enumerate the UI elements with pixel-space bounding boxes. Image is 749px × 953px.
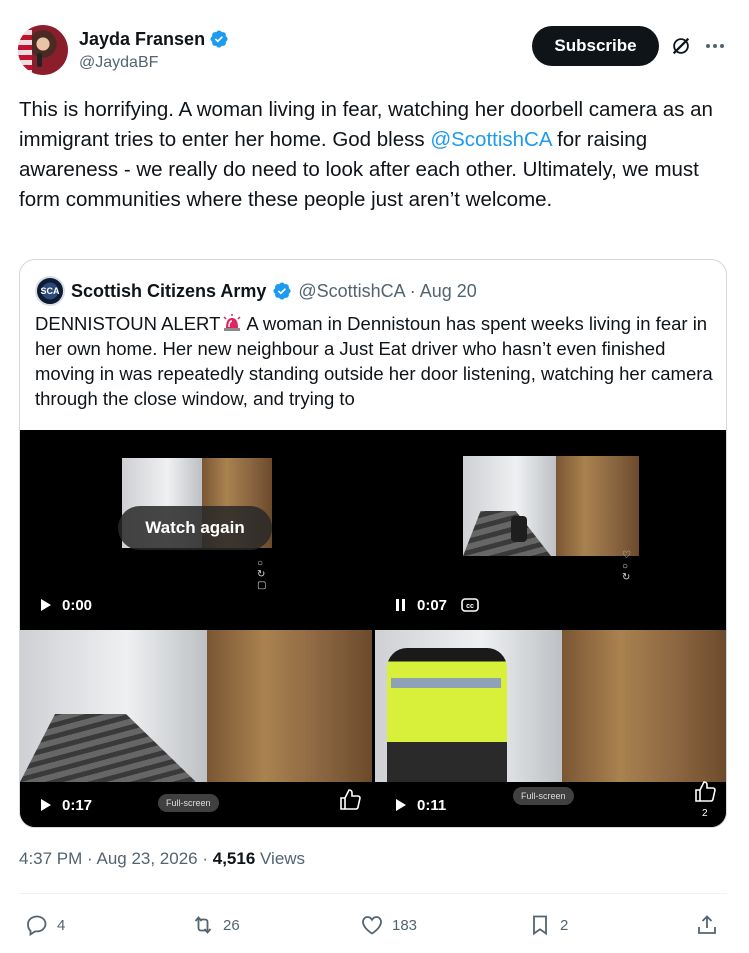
video-controls-1: 0:00	[20, 582, 372, 628]
author-display-name[interactable]: Jayda Fransen	[79, 29, 205, 50]
reflective-stripe	[391, 678, 501, 688]
mini-side-icons-2: ♡ ○ ↻	[622, 550, 631, 583]
author-handle[interactable]: @JaydaBF	[79, 54, 229, 72]
quoted-author-avatar[interactable]: SCA	[35, 276, 65, 306]
media-grid: Watch again ○ ↻ ▢ 0:00 ♡ ○ ↻ 0:07 cc 0:1…	[20, 430, 726, 827]
verified-badge-icon	[210, 30, 228, 48]
video-time-1: 0:00	[62, 596, 93, 614]
bookmark-icon	[533, 915, 547, 936]
video-frame-4	[375, 630, 726, 782]
flag-decoration	[18, 25, 32, 75]
quoted-author-name[interactable]: Scottish Citizens Army	[71, 281, 266, 302]
video-controls-2: 0:07 cc	[375, 582, 726, 628]
video-like-count: 2	[702, 808, 708, 819]
mention-link[interactable]: @ScottishCA	[430, 128, 551, 151]
quoted-text-alert: DENNISTOUN ALERT	[35, 313, 221, 334]
hi-vis-officer	[387, 648, 507, 782]
share-icon	[698, 915, 716, 934]
play-icon[interactable]	[40, 598, 52, 612]
quoted-tweet[interactable]: SCA Scottish Citizens Army @ScottishCA ·…	[19, 259, 727, 828]
siren-emoji-icon	[223, 314, 241, 331]
video-time-3: 0:17	[62, 796, 93, 814]
share-button[interactable]	[695, 905, 719, 945]
like-button[interactable]: 183	[360, 905, 417, 945]
video-frame-2	[463, 456, 639, 556]
reply-button[interactable]: 4	[25, 905, 65, 945]
tweet-meta: 4:37 PM · Aug 23, 2026 · 4,516 Views	[19, 849, 305, 869]
fullscreen-chip-3[interactable]: Full-screen	[158, 794, 219, 812]
fullscreen-chip-4[interactable]: Full-screen	[513, 787, 574, 805]
author-name-block: Jayda Fransen @JaydaBF	[79, 27, 229, 72]
bookmark-count: 2	[560, 916, 569, 934]
video-tile-3[interactable]: 0:17 Full-screen	[20, 630, 372, 827]
video-tile-4[interactable]: 0:11 Full-screen 2	[375, 630, 726, 827]
video-tile-1[interactable]: Watch again ○ ↻ ▢ 0:00	[20, 430, 372, 628]
grok-icon[interactable]	[670, 35, 692, 57]
quoted-tweet-header: SCA Scottish Citizens Army @ScottishCA ·…	[35, 276, 477, 306]
thumbs-up-icon[interactable]	[693, 780, 717, 804]
tweet-text: This is horrifying. A woman living in fe…	[19, 95, 719, 215]
video-time-4: 0:11	[417, 796, 447, 814]
quoted-handle-date[interactable]: @ScottishCA · Aug 20	[298, 281, 476, 302]
reply-count: 4	[57, 916, 66, 934]
quoted-tweet-text: DENNISTOUN ALERT A woman in Dennistoun ha…	[35, 311, 715, 411]
tweet-header: Jayda Fransen @JaydaBF Subscribe	[18, 25, 731, 77]
more-options-icon[interactable]	[704, 35, 726, 57]
timestamp[interactable]: 4:37 PM · Aug 23, 2026 ·	[19, 849, 213, 868]
like-count: 183	[392, 916, 418, 934]
play-icon[interactable]	[395, 798, 407, 812]
author-avatar[interactable]	[18, 25, 68, 75]
thumbs-up-icon[interactable]	[338, 788, 362, 812]
views-label: Views	[255, 849, 306, 868]
video-time-2: 0:07	[417, 596, 448, 614]
quoted-verified-badge-icon	[273, 282, 291, 300]
person-silhouette	[511, 516, 527, 542]
watch-again-button[interactable]: Watch again	[118, 506, 272, 550]
subscribe-button[interactable]: Subscribe	[532, 26, 659, 66]
pause-icon[interactable]	[395, 598, 407, 612]
repost-icon	[194, 916, 212, 934]
door-panel	[556, 456, 639, 556]
video-tile-2[interactable]: ♡ ○ ↻ 0:07 cc	[375, 430, 726, 628]
closed-captions-icon[interactable]: cc	[461, 598, 479, 612]
play-icon[interactable]	[40, 798, 52, 812]
svg-text:cc: cc	[466, 603, 474, 610]
door-panel	[562, 630, 726, 782]
repost-button[interactable]: 26	[191, 905, 240, 945]
views-count: 4,516	[212, 849, 256, 868]
door-panel	[206, 630, 372, 782]
author-display-name-row[interactable]: Jayda Fransen	[79, 27, 229, 51]
reply-icon	[27, 915, 47, 937]
repost-count: 26	[223, 916, 240, 934]
bookmark-button[interactable]: 2	[528, 905, 568, 945]
video-frame-3	[20, 630, 372, 782]
heart-icon	[362, 916, 382, 935]
action-bar: 4 26 183 2	[0, 905, 749, 945]
divider	[19, 893, 727, 894]
microphone-decoration	[37, 53, 42, 67]
